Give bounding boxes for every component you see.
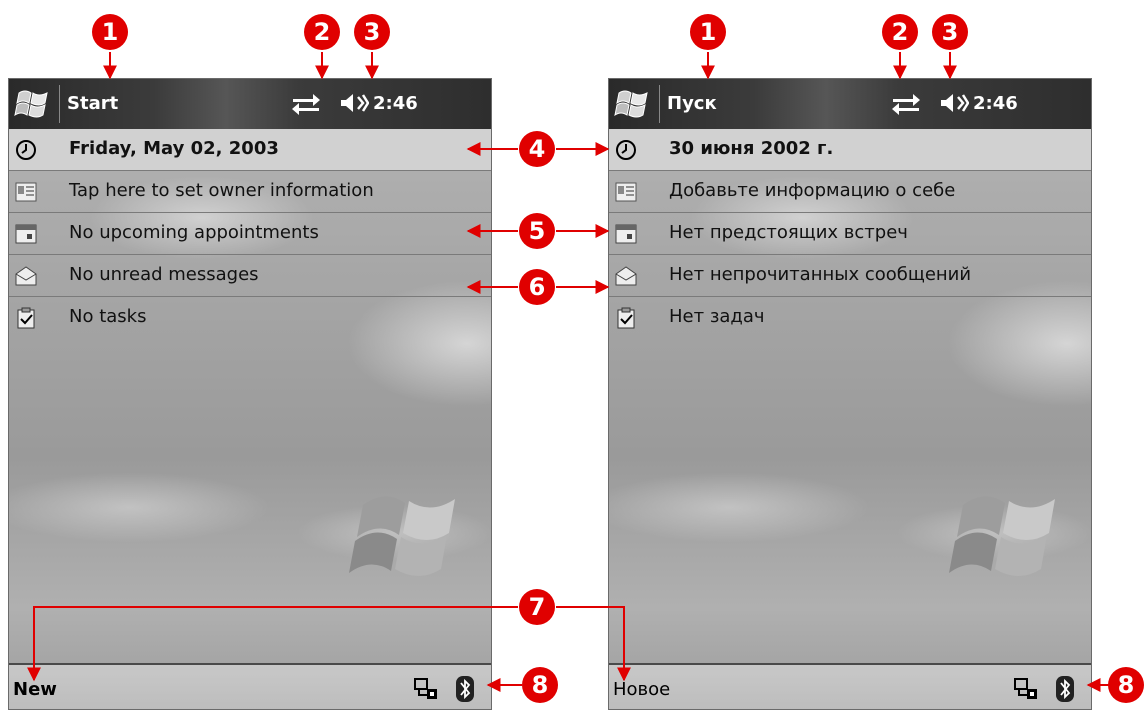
callout-6: 6 <box>519 269 555 305</box>
callout-arrows <box>27 52 1124 692</box>
arrow-7-right <box>556 606 631 682</box>
callout-2-left: 2 <box>304 14 340 50</box>
callout-1-left: 1 <box>92 14 128 50</box>
arrow-7-left <box>27 606 518 682</box>
callout-2-right: 2 <box>882 14 918 50</box>
callout-4: 4 <box>519 131 555 167</box>
callout-7: 7 <box>519 589 555 625</box>
callout-3-right: 3 <box>932 14 968 50</box>
callout-1-right: 1 <box>690 14 726 50</box>
callout-5: 5 <box>519 213 555 249</box>
callout-8-right: 8 <box>1108 667 1144 703</box>
callout-8-left: 8 <box>522 667 558 703</box>
callout-3-left: 3 <box>354 14 390 50</box>
